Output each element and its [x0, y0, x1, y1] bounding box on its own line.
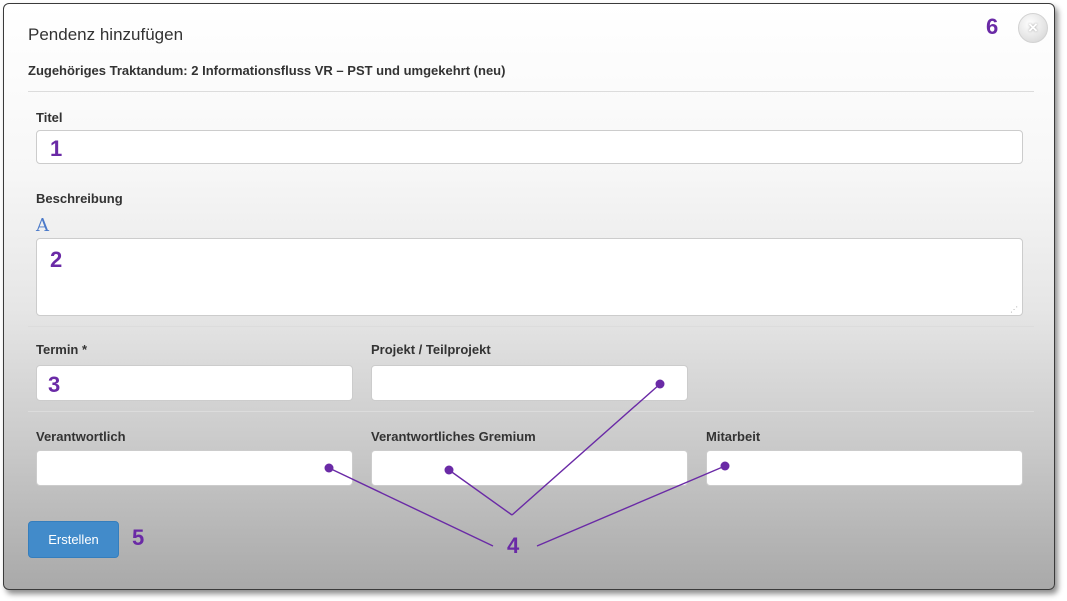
beschreibung-label: Beschreibung [36, 191, 123, 206]
annotation-marker-5: 5 [132, 525, 145, 550]
add-pendenz-dialog: Pendenz hinzufügen Zugehöriges Traktandu… [3, 3, 1055, 590]
divider [28, 91, 1034, 92]
termin-label: Termin * [36, 342, 88, 357]
annotation-marker-4: 4 [507, 533, 520, 558]
mitarbeit-label: Mitarbeit [706, 429, 761, 444]
annotation-marker-2: 2 [50, 247, 63, 272]
annotation-marker-3: 3 [48, 372, 61, 397]
resize-handle-icon[interactable]: ⋰ [1010, 305, 1018, 314]
beschreibung-textarea[interactable] [36, 238, 1023, 316]
divider [28, 411, 1034, 412]
gremium-label: Verantwortliches Gremium [371, 429, 536, 444]
termin-input[interactable] [36, 365, 353, 401]
projekt-input[interactable] [371, 365, 688, 401]
close-icon[interactable]: × [1018, 13, 1048, 43]
font-format-icon[interactable]: A [36, 215, 49, 236]
annotation-marker-1: 1 [50, 136, 63, 161]
verantwortlich-label: Verantwortlich [36, 429, 126, 444]
dialog-title: Pendenz hinzufügen [28, 25, 184, 44]
mitarbeit-input[interactable] [706, 450, 1023, 486]
annotation-marker-6: 6 [986, 14, 999, 39]
verantwortlich-input[interactable] [36, 450, 353, 486]
divider [28, 326, 1034, 327]
dialog-subtitle: Zugehöriges Traktandum: 2 Informationsfl… [28, 63, 506, 78]
titel-input[interactable] [36, 130, 1023, 164]
projekt-label: Projekt / Teilprojekt [371, 342, 491, 357]
create-button[interactable]: Erstellen [28, 521, 119, 558]
titel-label: Titel [36, 110, 63, 125]
gremium-input[interactable] [371, 450, 688, 486]
